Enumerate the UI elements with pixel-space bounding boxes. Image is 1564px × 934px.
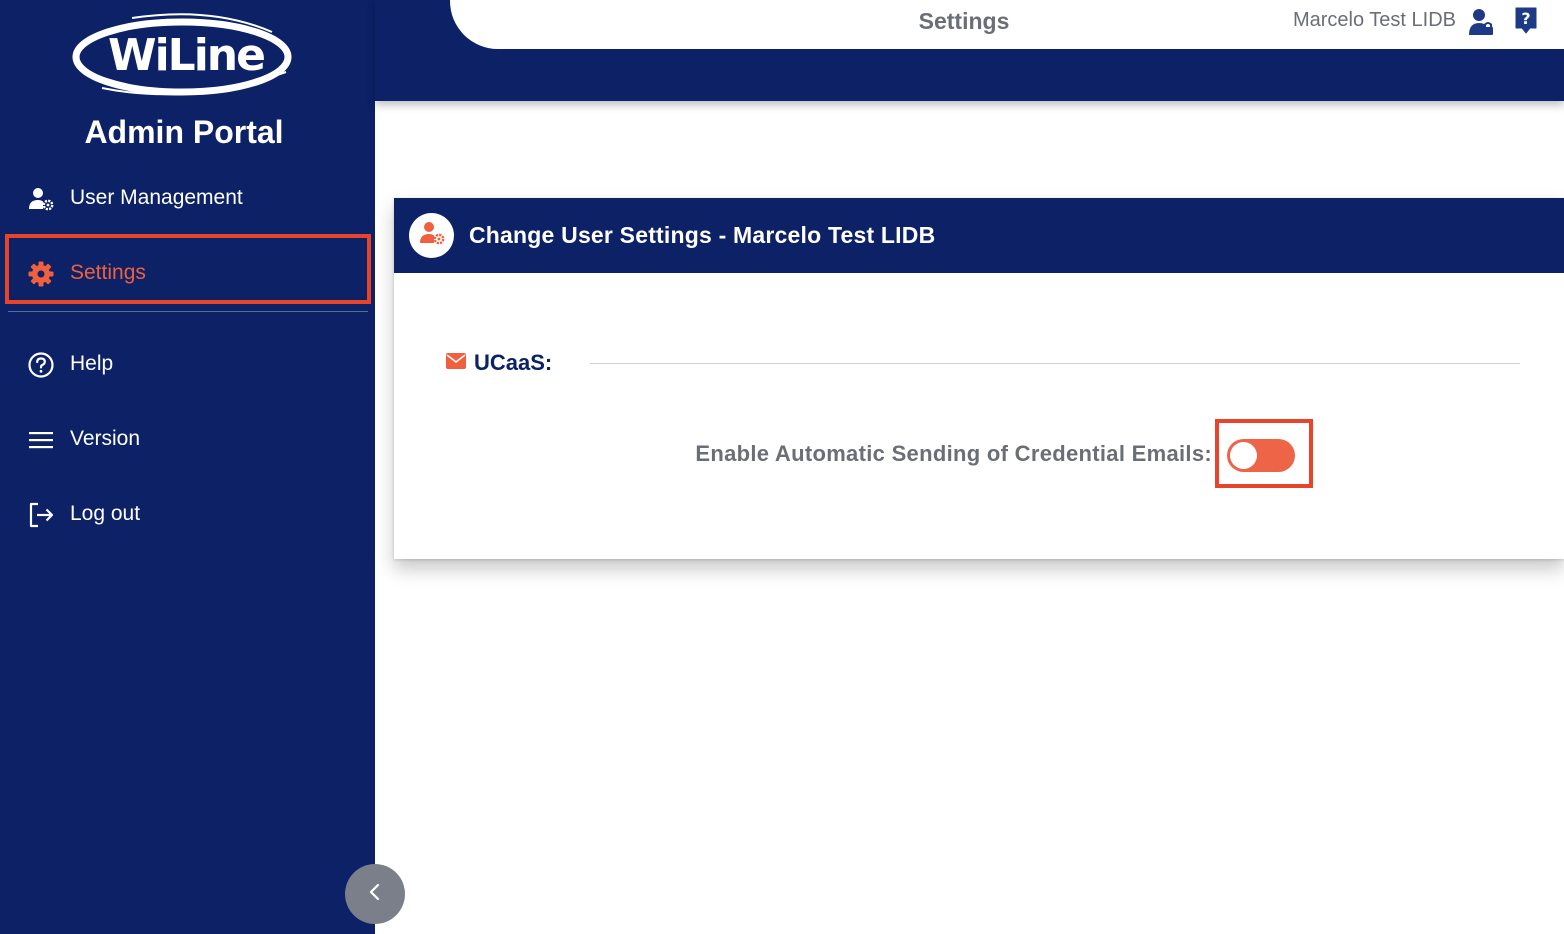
sidebar-collapse-button[interactable]	[345, 864, 405, 924]
page-title: Settings	[918, 8, 1010, 34]
settings-highlight-outline	[5, 234, 371, 304]
toggle-knob	[1230, 442, 1257, 469]
sidebar-item-label: User Management	[70, 186, 243, 209]
user-lock-icon[interactable]	[1468, 8, 1494, 36]
credential-emails-label: Enable Automatic Sending of Credential E…	[695, 441, 1212, 466]
section-divider	[590, 363, 1520, 364]
user-gear-icon	[27, 185, 55, 213]
logo-text: WiLine	[108, 29, 266, 81]
card-title: Change User Settings - Marcelo Test LIDB	[469, 222, 936, 248]
wiline-logo: WiLine	[72, 10, 296, 100]
menu-lines-icon	[27, 426, 55, 454]
sidebar-item-user-management[interactable]: User Management	[0, 168, 375, 228]
user-settings-card: Change User Settings - Marcelo Test LIDB…	[394, 198, 1564, 559]
logout-icon	[27, 501, 55, 529]
section-label-ucaas: UCaaS:	[474, 350, 553, 375]
question-circle-icon	[27, 351, 55, 379]
envelope-icon	[446, 353, 466, 369]
header-user-name: Marcelo Test LIDB	[1292, 9, 1456, 31]
user-gear-icon	[418, 219, 446, 252]
card-avatar	[409, 213, 454, 258]
sidebar-item-version[interactable]: Version	[0, 409, 375, 469]
sidebar-item-label: Log out	[70, 502, 141, 525]
portal-title: Admin Portal	[84, 114, 284, 150]
sidebar-item-label: Help	[70, 352, 114, 375]
credential-emails-toggle[interactable]	[1227, 439, 1295, 472]
sidebar: WiLine Admin Portal User Management Sett…	[0, 0, 375, 934]
sidebar-item-help[interactable]: Help	[0, 334, 375, 394]
chevron-left-icon	[367, 882, 383, 907]
sidebar-item-logout[interactable]: Log out	[0, 484, 375, 544]
question-bubble-icon[interactable]: ?	[1514, 6, 1538, 34]
card-header: Change User Settings - Marcelo Test LIDB	[394, 198, 1564, 273]
svg-text:?: ?	[1521, 9, 1530, 28]
sidebar-divider	[8, 311, 368, 312]
sidebar-item-label: Version	[70, 427, 141, 450]
